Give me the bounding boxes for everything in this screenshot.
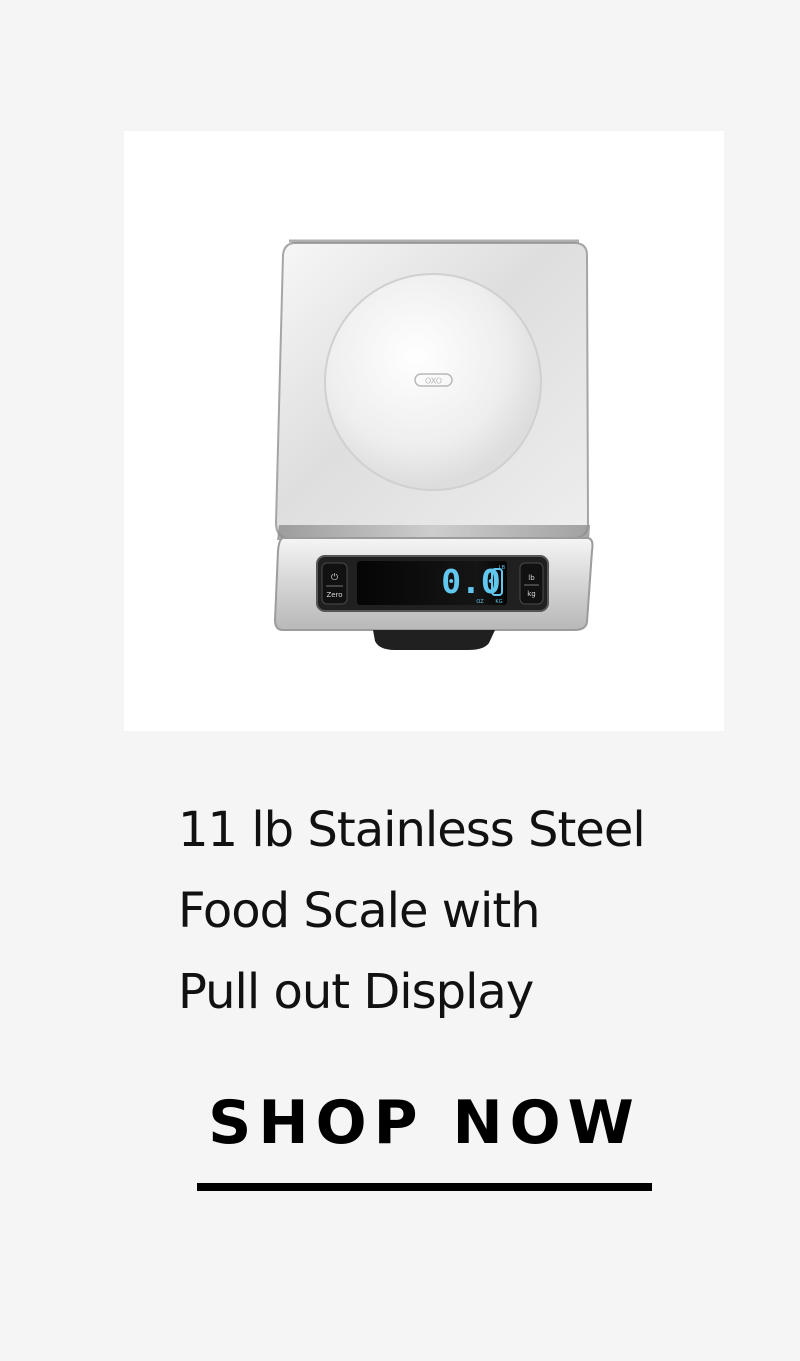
promo-page: OXO ⏻ Zero 0.0 LB OZ KG lb kg 11 lb Stai…	[0, 0, 800, 1361]
unit-kg-label: kg	[527, 590, 536, 598]
shop-now-label: SHOP NOW	[208, 1088, 641, 1158]
unit-lb-label: lb	[528, 574, 535, 582]
shop-now-underline	[197, 1183, 652, 1191]
shop-now-link[interactable]: SHOP NOW	[197, 1088, 652, 1192]
product-title-line-1: 11 lb Stainless Steel	[178, 802, 646, 858]
product-title-line-2: Food Scale with	[178, 883, 541, 939]
oxo-logo-text: OXO	[425, 377, 442, 386]
power-icon: ⏻	[331, 572, 338, 583]
product-title-line-3: Pull out Display	[178, 964, 534, 1020]
product-image-card[interactable]: OXO ⏻ Zero 0.0 LB OZ KG lb kg	[124, 131, 724, 731]
display-unit-kg: KG	[495, 599, 502, 605]
product-title[interactable]: 11 lb Stainless Steel Food Scale with Pu…	[178, 790, 698, 1033]
display-unit-lb: LB	[499, 565, 506, 571]
display-pull-tab	[373, 630, 495, 650]
zero-label: Zero	[326, 591, 342, 599]
display-unit-oz: OZ	[476, 599, 484, 605]
kitchen-scale-image[interactable]: OXO ⏻ Zero 0.0 LB OZ KG lb kg	[124, 131, 724, 731]
